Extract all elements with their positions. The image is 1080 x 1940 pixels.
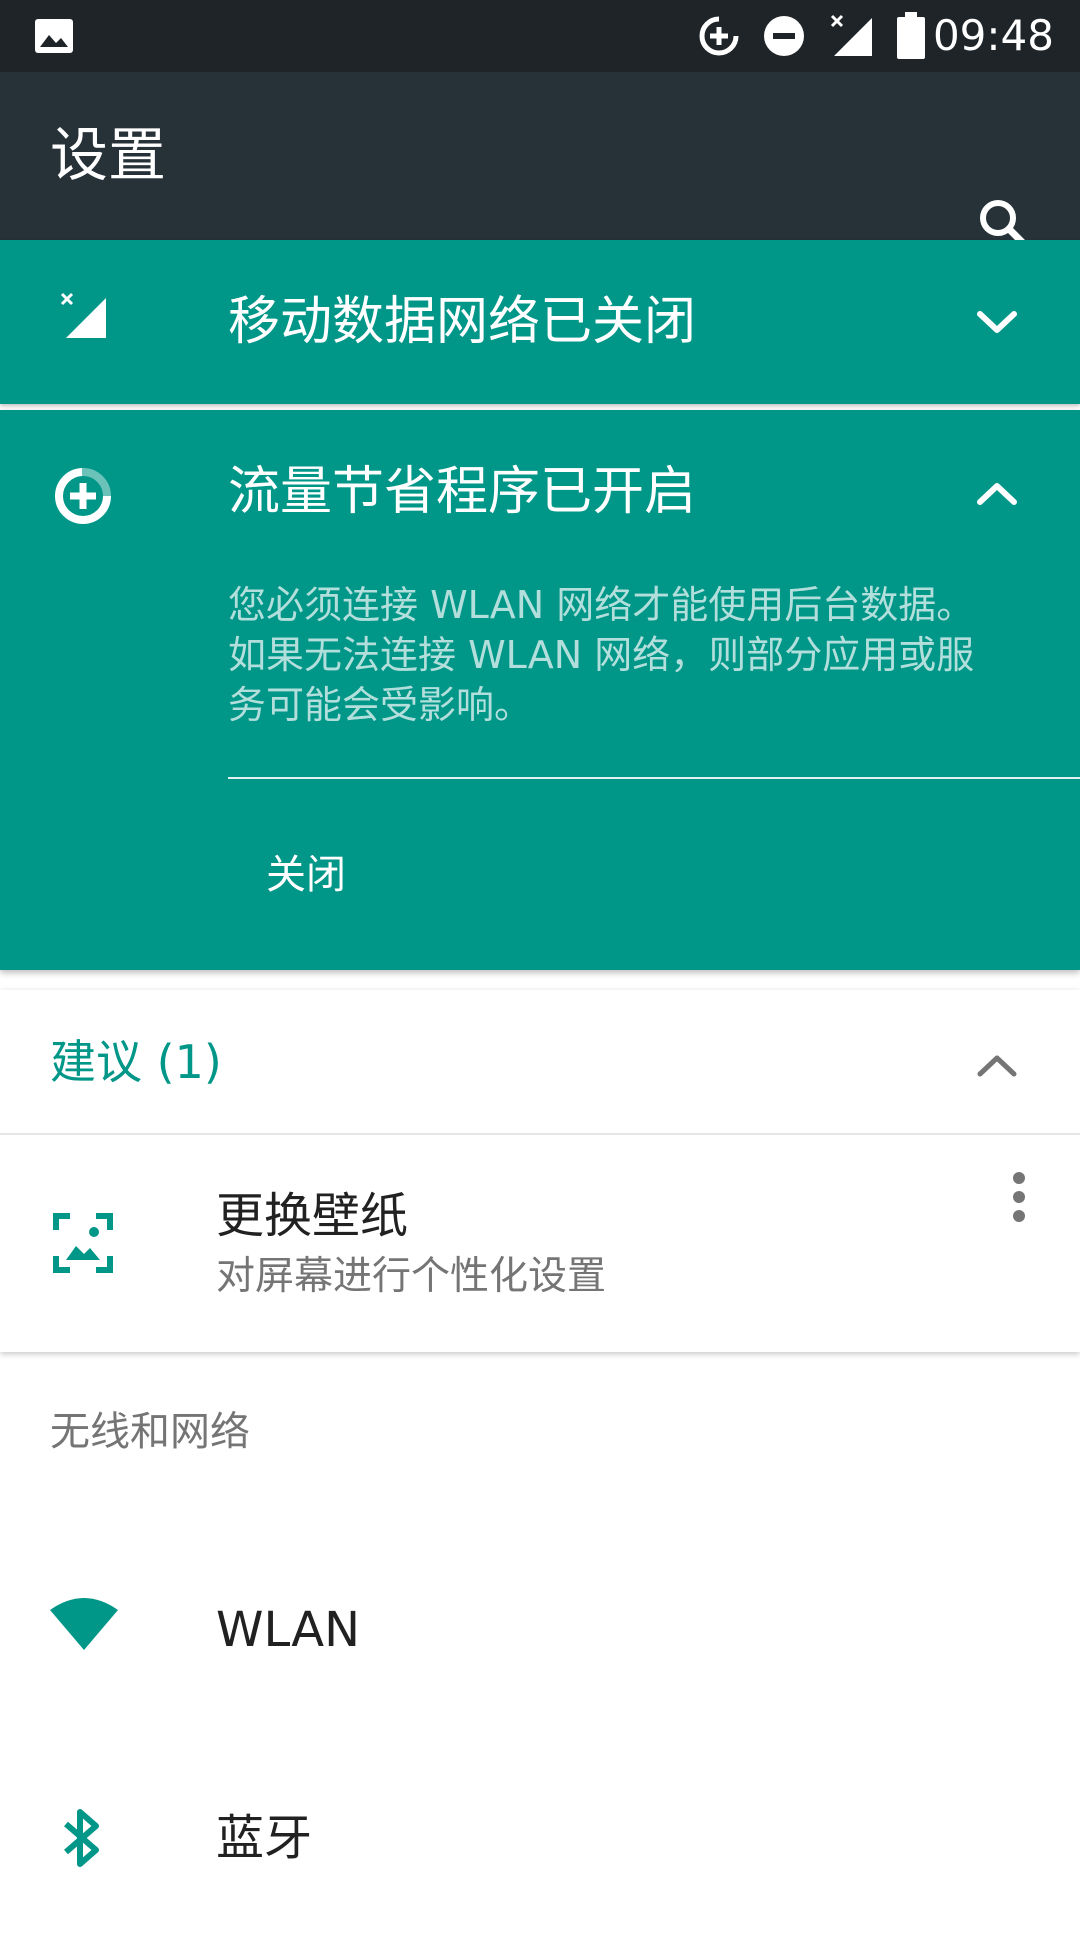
divider — [228, 777, 1080, 779]
setting-label: WLAN — [216, 1602, 361, 1658]
status-bar: 09:48 — [0, 0, 1080, 72]
battery-icon — [896, 12, 926, 64]
setting-label: 蓝牙 — [216, 1810, 313, 1866]
mobile-data-off-banner[interactable]: 移动数据网络已关闭 — [0, 240, 1080, 404]
turn-off-button[interactable]: 关闭 — [266, 850, 346, 900]
chevron-up-icon[interactable] — [975, 1050, 1019, 1084]
data-saver-banner: 流量节省程序已开启 您必须连接 WLAN 网络才能使用后台数据。如果无法连接 W… — [0, 410, 1080, 970]
divider — [0, 1133, 1080, 1135]
do-not-disturb-icon — [762, 14, 806, 62]
wallpaper-icon — [52, 1212, 114, 1278]
suggestion-subtitle: 对屏幕进行个性化设置 — [216, 1254, 607, 1299]
page-title: 设置 — [50, 121, 167, 189]
suggestions-card: 建议 (1) 更换壁纸 对屏幕进行个性化设置 — [0, 990, 1080, 1352]
app-toolbar: 设置 — [0, 72, 1080, 250]
banner-title: 移动数据网络已关闭 — [228, 292, 697, 352]
banner-description: 您必须连接 WLAN 网络才能使用后台数据。如果无法连接 WLAN 网络，则部分… — [228, 583, 975, 727]
bluetooth-icon — [60, 1806, 104, 1874]
section-header-wireless: 无线和网络 — [50, 1409, 250, 1455]
setting-item-bluetooth[interactable]: 蓝牙 — [0, 1740, 1080, 1940]
suggestions-header[interactable]: 建议 (1) — [50, 1034, 222, 1090]
more-options-icon[interactable] — [1010, 1170, 1028, 1228]
no-signal-icon — [828, 12, 876, 64]
wifi-icon — [48, 1596, 120, 1656]
status-time: 09:48 — [932, 11, 1054, 60]
chevron-down-icon[interactable] — [975, 308, 1019, 342]
image-notification-icon — [34, 18, 74, 58]
setting-item-wlan[interactable]: WLAN — [0, 1530, 1080, 1730]
banner-title: 流量节省程序已开启 — [228, 462, 697, 522]
data-saver-icon — [52, 465, 114, 531]
mobile-data-off-icon — [60, 292, 108, 344]
data-saver-icon — [697, 14, 741, 62]
suggestion-title: 更换壁纸 — [216, 1188, 409, 1244]
chevron-up-icon[interactable] — [975, 478, 1019, 512]
